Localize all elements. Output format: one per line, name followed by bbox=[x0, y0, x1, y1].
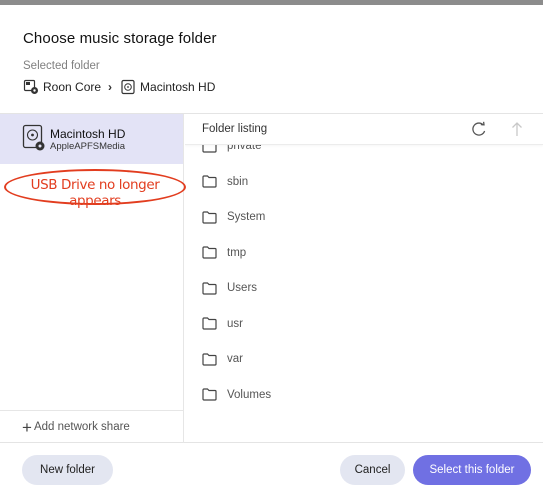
hard-drive-icon bbox=[120, 79, 136, 95]
dialog-title: Choose music storage folder bbox=[23, 30, 217, 47]
folder-name: tmp bbox=[227, 246, 247, 259]
folder-icon bbox=[202, 317, 217, 330]
folder-icon bbox=[202, 281, 217, 295]
folder-icon bbox=[202, 175, 217, 188]
sidebar-item-macintosh-hd[interactable]: Macintosh HD AppleAPFSMedia bbox=[0, 114, 183, 164]
folder-icon bbox=[202, 210, 217, 224]
folder-icon bbox=[202, 388, 217, 401]
hard-drive-icon bbox=[22, 124, 46, 152]
drive-subtitle: AppleAPFSMedia bbox=[50, 141, 125, 152]
folder-name: Volumes bbox=[227, 388, 272, 401]
folder-name: usr bbox=[227, 317, 243, 330]
chevron-right-icon: › bbox=[108, 80, 113, 94]
window-top-strip bbox=[0, 0, 543, 5]
annotation-callout: USB Drive no longer appears bbox=[4, 169, 186, 209]
breadcrumb-roon-core[interactable]: Roon Core bbox=[43, 80, 101, 94]
annotation-text: USB Drive no longer appears bbox=[30, 177, 160, 209]
folder-row[interactable]: System bbox=[185, 200, 543, 235]
folder-icon bbox=[202, 246, 217, 259]
breadcrumb-macintosh-hd[interactable]: Macintosh HD bbox=[140, 80, 215, 94]
roon-core-icon bbox=[23, 79, 39, 95]
breadcrumb: Roon Core › Macintosh HD bbox=[23, 79, 215, 95]
cancel-button[interactable]: Cancel bbox=[340, 455, 405, 485]
drive-sidebar: Macintosh HD AppleAPFSMedia USB Drive no… bbox=[0, 114, 186, 443]
folder-name: sbin bbox=[227, 175, 249, 188]
new-folder-button[interactable]: New folder bbox=[22, 455, 113, 485]
add-network-share-button[interactable]: + Add network share bbox=[0, 410, 183, 443]
folder-name: System bbox=[227, 211, 266, 223]
folder-name: Users bbox=[227, 282, 258, 294]
folder-icon bbox=[202, 352, 217, 366]
selected-folder-label: Selected folder bbox=[23, 60, 100, 72]
folder-row[interactable]: usr bbox=[185, 306, 543, 341]
add-network-share-label: Add network share bbox=[33, 421, 130, 433]
folder-listing-header: Folder listing bbox=[185, 114, 543, 145]
arrow-up-icon[interactable] bbox=[509, 120, 525, 138]
folder-name: var bbox=[227, 353, 243, 365]
folder-row[interactable]: Volumes bbox=[185, 377, 543, 412]
select-folder-button[interactable]: Select this folder bbox=[413, 455, 531, 485]
drive-name: Macintosh HD bbox=[50, 127, 126, 141]
folder-listing-title: Folder listing bbox=[202, 123, 268, 135]
folder-row[interactable]: sbin bbox=[185, 164, 543, 199]
refresh-icon[interactable] bbox=[470, 120, 488, 138]
plus-icon: + bbox=[22, 417, 32, 437]
folder-row[interactable]: tmp bbox=[185, 235, 543, 270]
folder-listing: Folder listing optprivatesbinSystemtmpUs… bbox=[185, 114, 543, 443]
folder-row[interactable]: var bbox=[185, 342, 543, 377]
folder-row[interactable]: Users bbox=[185, 271, 543, 306]
browser-panel: Macintosh HD AppleAPFSMedia USB Drive no… bbox=[0, 113, 543, 443]
